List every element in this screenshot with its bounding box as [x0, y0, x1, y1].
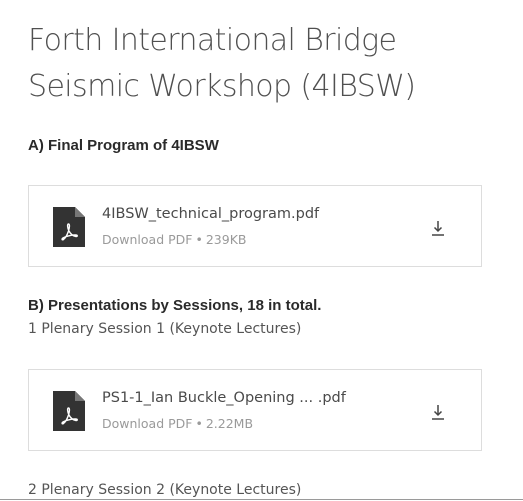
divider — [0, 499, 523, 500]
meta-separator: • — [195, 416, 203, 431]
session-label: 1 Plenary Session 1 (Keynote Lectures) — [28, 321, 302, 337]
page-title: Forth International Bridge Seismic Works… — [28, 23, 416, 104]
file-name-link[interactable]: PS1-1_Ian Buckle_Opening ... .pdf — [102, 390, 346, 406]
download-icon[interactable] — [429, 403, 447, 421]
file-meta: Download PDF • 239KB — [102, 232, 246, 247]
file-meta: Download PDF • 2.22MB — [102, 416, 253, 431]
session-label: 2 Plenary Session 2 (Keynote Lectures) — [28, 482, 302, 498]
file-type-label: Download PDF — [102, 232, 193, 247]
download-icon[interactable] — [429, 219, 447, 237]
file-type-label: Download PDF — [102, 416, 193, 431]
section-b-heading: B) Presentations by Sessions, 18 in tota… — [28, 297, 322, 314]
pdf-file-icon — [53, 391, 85, 431]
file-name-link[interactable]: 4IBSW_technical_program.pdf — [102, 206, 319, 222]
meta-separator: • — [195, 232, 203, 247]
file-card: PS1-1_Ian Buckle_Opening ... .pdf Downlo… — [28, 369, 482, 451]
file-size: 239KB — [205, 232, 247, 247]
file-size: 2.22MB — [205, 416, 254, 431]
section-a-heading: A) Final Program of 4IBSW — [28, 137, 219, 154]
file-card: 4IBSW_technical_program.pdf Download PDF… — [28, 185, 482, 267]
pdf-file-icon — [53, 207, 85, 247]
